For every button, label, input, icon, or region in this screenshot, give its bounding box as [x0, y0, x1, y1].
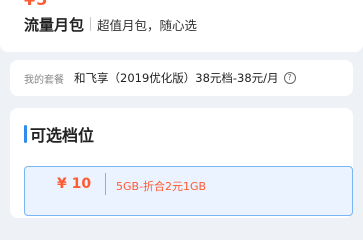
current-plan-value: 和飞享（2019优化版）38元档-38元/月: [74, 71, 279, 85]
current-plan-label: 我的套餐: [24, 74, 64, 86]
current-plan-card: 我的套餐 和飞享（2019优化版）38元档-38元/月 ?: [10, 60, 353, 96]
option-divider: [105, 173, 106, 195]
option-item-10[interactable]: ¥ 10 5GB-折合2元1GB: [24, 166, 353, 216]
package-price: ¥5: [24, 0, 48, 9]
help-circle-icon[interactable]: ?: [283, 72, 296, 84]
title-accent-bar: [24, 125, 27, 143]
title-divider: [90, 17, 92, 31]
package-subtitle: 超值月包，随心选: [97, 17, 198, 33]
package-title-row: 流量月包 超值月包，随心选: [24, 14, 197, 34]
section-header: 可选档位: [24, 122, 94, 146]
options-card: 可选档位 ¥ 10 5GB-折合2元1GB: [10, 108, 353, 218]
option-price: ¥ 10: [57, 176, 92, 192]
section-title: 可选档位: [30, 126, 95, 145]
package-header-card: ¥5 流量月包 超值月包，随心选: [0, 0, 363, 52]
package-name: 流量月包: [24, 15, 85, 34]
option-description: 5GB-折合2元1GB: [116, 180, 207, 193]
